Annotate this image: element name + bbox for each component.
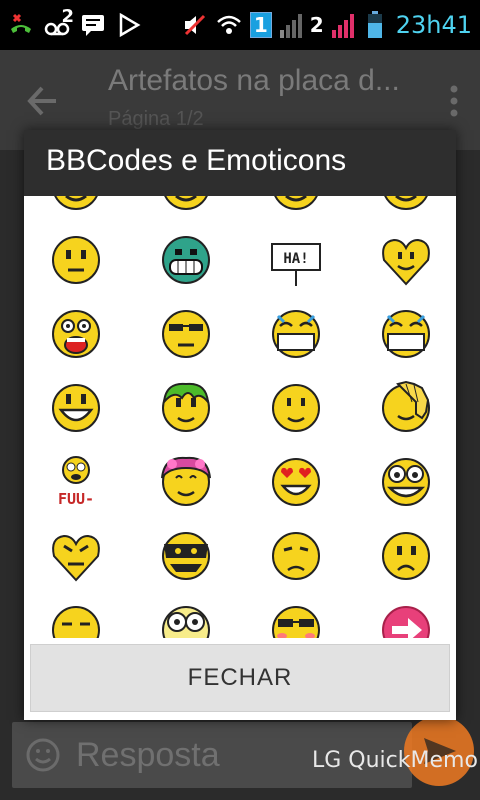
flower-girl-face-icon[interactable] bbox=[156, 452, 216, 512]
masked-bandit-icon[interactable] bbox=[156, 526, 216, 586]
svg-text:HA!: HA! bbox=[283, 251, 308, 267]
worried-face-icon[interactable] bbox=[376, 526, 436, 586]
mask-face-icon[interactable] bbox=[376, 304, 436, 364]
green-hair-face-icon[interactable] bbox=[156, 378, 216, 438]
missed-call-icon bbox=[8, 12, 34, 38]
shocked-face-icon[interactable] bbox=[46, 304, 106, 364]
close-button-label: FECHAR bbox=[187, 664, 293, 691]
smiley-partial-icon[interactable] bbox=[156, 196, 216, 216]
reply-placeholder: Resposta bbox=[76, 736, 220, 774]
overflow-menu-icon[interactable] bbox=[450, 84, 458, 118]
cool-glasses-icon[interactable] bbox=[266, 600, 326, 638]
voicemail-icon: 2 bbox=[44, 6, 74, 38]
signal-icon bbox=[279, 12, 302, 38]
sim1-label: 1 bbox=[249, 12, 272, 38]
emoticons-dialog: BBCodes e Emoticons HA! FUU- FECHAR bbox=[24, 130, 456, 720]
smile-face-icon[interactable] bbox=[266, 378, 326, 438]
thread-title: Artefatos na placa d... bbox=[108, 64, 400, 97]
smiley-partial-icon[interactable] bbox=[46, 196, 106, 216]
arrow-right-icon[interactable] bbox=[376, 600, 436, 638]
back-arrow-icon[interactable] bbox=[26, 84, 60, 118]
wifi-icon bbox=[216, 12, 242, 38]
fuu-face-icon[interactable]: FUU- bbox=[46, 452, 106, 512]
ha-sign-icon[interactable]: HA! bbox=[266, 230, 326, 290]
big-eyes-grin-icon[interactable] bbox=[376, 452, 436, 512]
smiley-partial-icon[interactable] bbox=[266, 196, 326, 216]
message-icon bbox=[80, 12, 106, 38]
neutral-face-icon[interactable] bbox=[46, 230, 106, 290]
status-bar-right: 1 2 23h41 bbox=[182, 0, 472, 50]
sim2-label: 2 bbox=[309, 13, 324, 37]
smiley-partial-icon[interactable] bbox=[376, 196, 436, 216]
dialog-header: BBCodes e Emoticons bbox=[24, 130, 456, 196]
mute-icon bbox=[182, 12, 208, 38]
facepalm-icon[interactable] bbox=[376, 378, 436, 438]
voicemail-count: 2 bbox=[61, 6, 74, 27]
battery-icon bbox=[362, 11, 388, 38]
clock: 23h41 bbox=[395, 11, 472, 39]
happy-laugh-icon[interactable] bbox=[46, 378, 106, 438]
grin-teeth-icon[interactable] bbox=[156, 230, 216, 290]
smiley-icon[interactable] bbox=[26, 738, 60, 772]
heart-eyes-icon[interactable] bbox=[266, 452, 326, 512]
heart-face-icon[interactable] bbox=[376, 230, 436, 290]
crazy-eyes-icon[interactable] bbox=[156, 600, 216, 638]
thread-subtitle: Página 1/2 bbox=[108, 108, 204, 130]
sad-face-icon[interactable] bbox=[266, 526, 326, 586]
status-bar: 2 1 2 23h41 bbox=[0, 0, 480, 50]
angry-heart-icon[interactable] bbox=[46, 526, 106, 586]
mask-face-icon[interactable] bbox=[266, 304, 326, 364]
quickmemo-watermark: LG QuickMemo bbox=[312, 748, 478, 773]
close-button[interactable]: FECHAR bbox=[30, 644, 450, 712]
emoticon-grid[interactable]: HA! FUU- bbox=[24, 196, 456, 638]
sunglasses-face-icon[interactable] bbox=[156, 304, 216, 364]
dialog-title: BBCodes e Emoticons bbox=[46, 144, 347, 177]
signal2-icon bbox=[331, 12, 354, 38]
annoyed-face-icon[interactable] bbox=[46, 600, 106, 638]
status-bar-left: 2 bbox=[8, 0, 142, 50]
svg-text:FUU-: FUU- bbox=[58, 490, 94, 508]
play-store-icon bbox=[116, 12, 142, 38]
